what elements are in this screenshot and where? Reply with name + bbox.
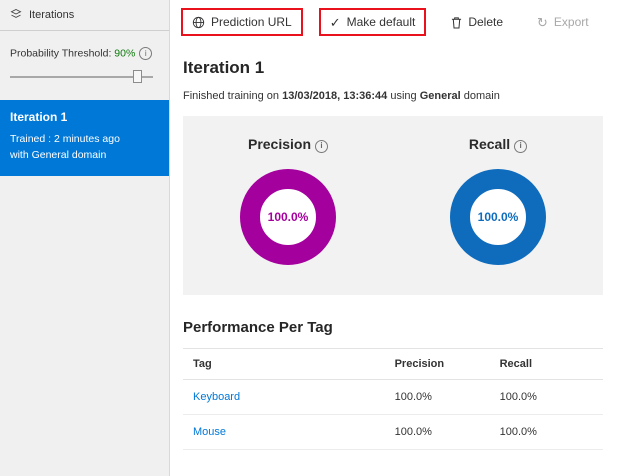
delete-label: Delete: [468, 15, 504, 29]
training-info-prefix: Finished training on: [183, 90, 280, 102]
recall-cell: 100.0%: [489, 379, 603, 415]
precision-cell: 100.0%: [384, 414, 490, 450]
page-title: Iteration 1: [183, 58, 265, 77]
recall-chart: Recall i 100.0%: [393, 136, 603, 265]
col-header-recall: Recall: [489, 347, 603, 380]
training-info-using: using: [390, 90, 417, 102]
export-icon: ↻: [537, 14, 548, 30]
probability-threshold-section: Probability Threshold: 90% i: [0, 31, 169, 84]
recall-cell: 100.0%: [489, 414, 603, 450]
custom-vision-performance-page: Iterations Probability Threshold: 90% i I…: [0, 0, 619, 476]
iteration-trained-line: Trained : 2 minutes ago: [10, 133, 120, 145]
slider-handle[interactable]: [133, 70, 143, 83]
toolbar: Prediction URL ✓ Make default Delete ↻ E…: [171, 0, 619, 36]
iterations-sidebar: Iterations Probability Threshold: 90% i I…: [0, 0, 170, 476]
prediction-url-label: Prediction URL: [211, 15, 292, 29]
col-header-precision: Precision: [384, 347, 490, 380]
training-info-suffix: domain: [463, 90, 500, 102]
sidebar-title: Iterations: [29, 9, 75, 21]
make-default-button[interactable]: ✓ Make default: [318, 8, 427, 36]
tag-link-keyboard[interactable]: Keyboard: [193, 391, 240, 403]
training-info: Finished training on 13/03/2018, 13:36:4…: [183, 90, 603, 102]
prediction-url-button[interactable]: Prediction URL: [181, 8, 303, 36]
threshold-label: Probability Threshold:: [10, 47, 112, 60]
iteration-name: Iteration 1: [10, 110, 68, 124]
iterations-icon: [10, 8, 22, 23]
col-header-tag: Tag: [183, 347, 385, 380]
delete-button[interactable]: Delete: [442, 10, 512, 34]
table-row: Mouse 100.0% 100.0%: [183, 414, 603, 450]
iteration-domain-line: with General domain: [10, 149, 107, 162]
info-icon[interactable]: i: [514, 139, 528, 153]
export-label: Export: [553, 15, 589, 29]
table-header-row: Tag Precision Recall: [183, 347, 603, 380]
training-datetime: 13/03/2018, 13:36:44: [282, 90, 388, 102]
performance-per-tag-title: Performance Per Tag: [183, 318, 333, 336]
iteration-content: Iteration 1 Finished training on 13/03/2…: [171, 36, 619, 450]
globe-icon: [192, 16, 205, 29]
precision-label-text: Precision: [247, 136, 312, 152]
sidebar-header: Iterations: [0, 0, 169, 31]
table-row: Keyboard 100.0% 100.0%: [183, 379, 603, 415]
recall-value: 100.0%: [477, 209, 519, 224]
recall-label-text: Recall: [468, 136, 511, 152]
threshold-value: 90%: [114, 47, 136, 60]
precision-cell: 100.0%: [384, 379, 490, 415]
info-icon[interactable]: i: [315, 139, 329, 153]
probability-threshold-slider[interactable]: [10, 70, 157, 84]
precision-label: Precision i: [183, 136, 393, 153]
check-icon: ✓: [329, 14, 341, 30]
trash-icon: [451, 16, 462, 29]
precision-donut: 100.0%: [240, 168, 336, 265]
tag-link-mouse[interactable]: Mouse: [193, 426, 226, 438]
metrics-panel: Precision i 100.0% Recall i 100.0%: [183, 116, 603, 295]
performance-table: Tag Precision Recall Keyboard 100.0% 100…: [183, 347, 603, 450]
info-icon: i: [139, 47, 153, 60]
slider-track[interactable]: [10, 76, 153, 78]
make-default-label: Make default: [346, 15, 416, 29]
recall-donut: 100.0%: [450, 168, 546, 265]
precision-value: 100.0%: [267, 209, 309, 224]
recall-label: Recall i: [393, 136, 603, 153]
main-panel: Prediction URL ✓ Make default Delete ↻ E…: [171, 0, 619, 476]
sidebar-item-iteration-1[interactable]: Iteration 1 Trained : 2 minutes ago with…: [0, 100, 169, 176]
export-button[interactable]: ↻ Export: [528, 10, 598, 34]
precision-chart: Precision i 100.0%: [183, 136, 393, 265]
training-domain: General: [419, 90, 461, 102]
